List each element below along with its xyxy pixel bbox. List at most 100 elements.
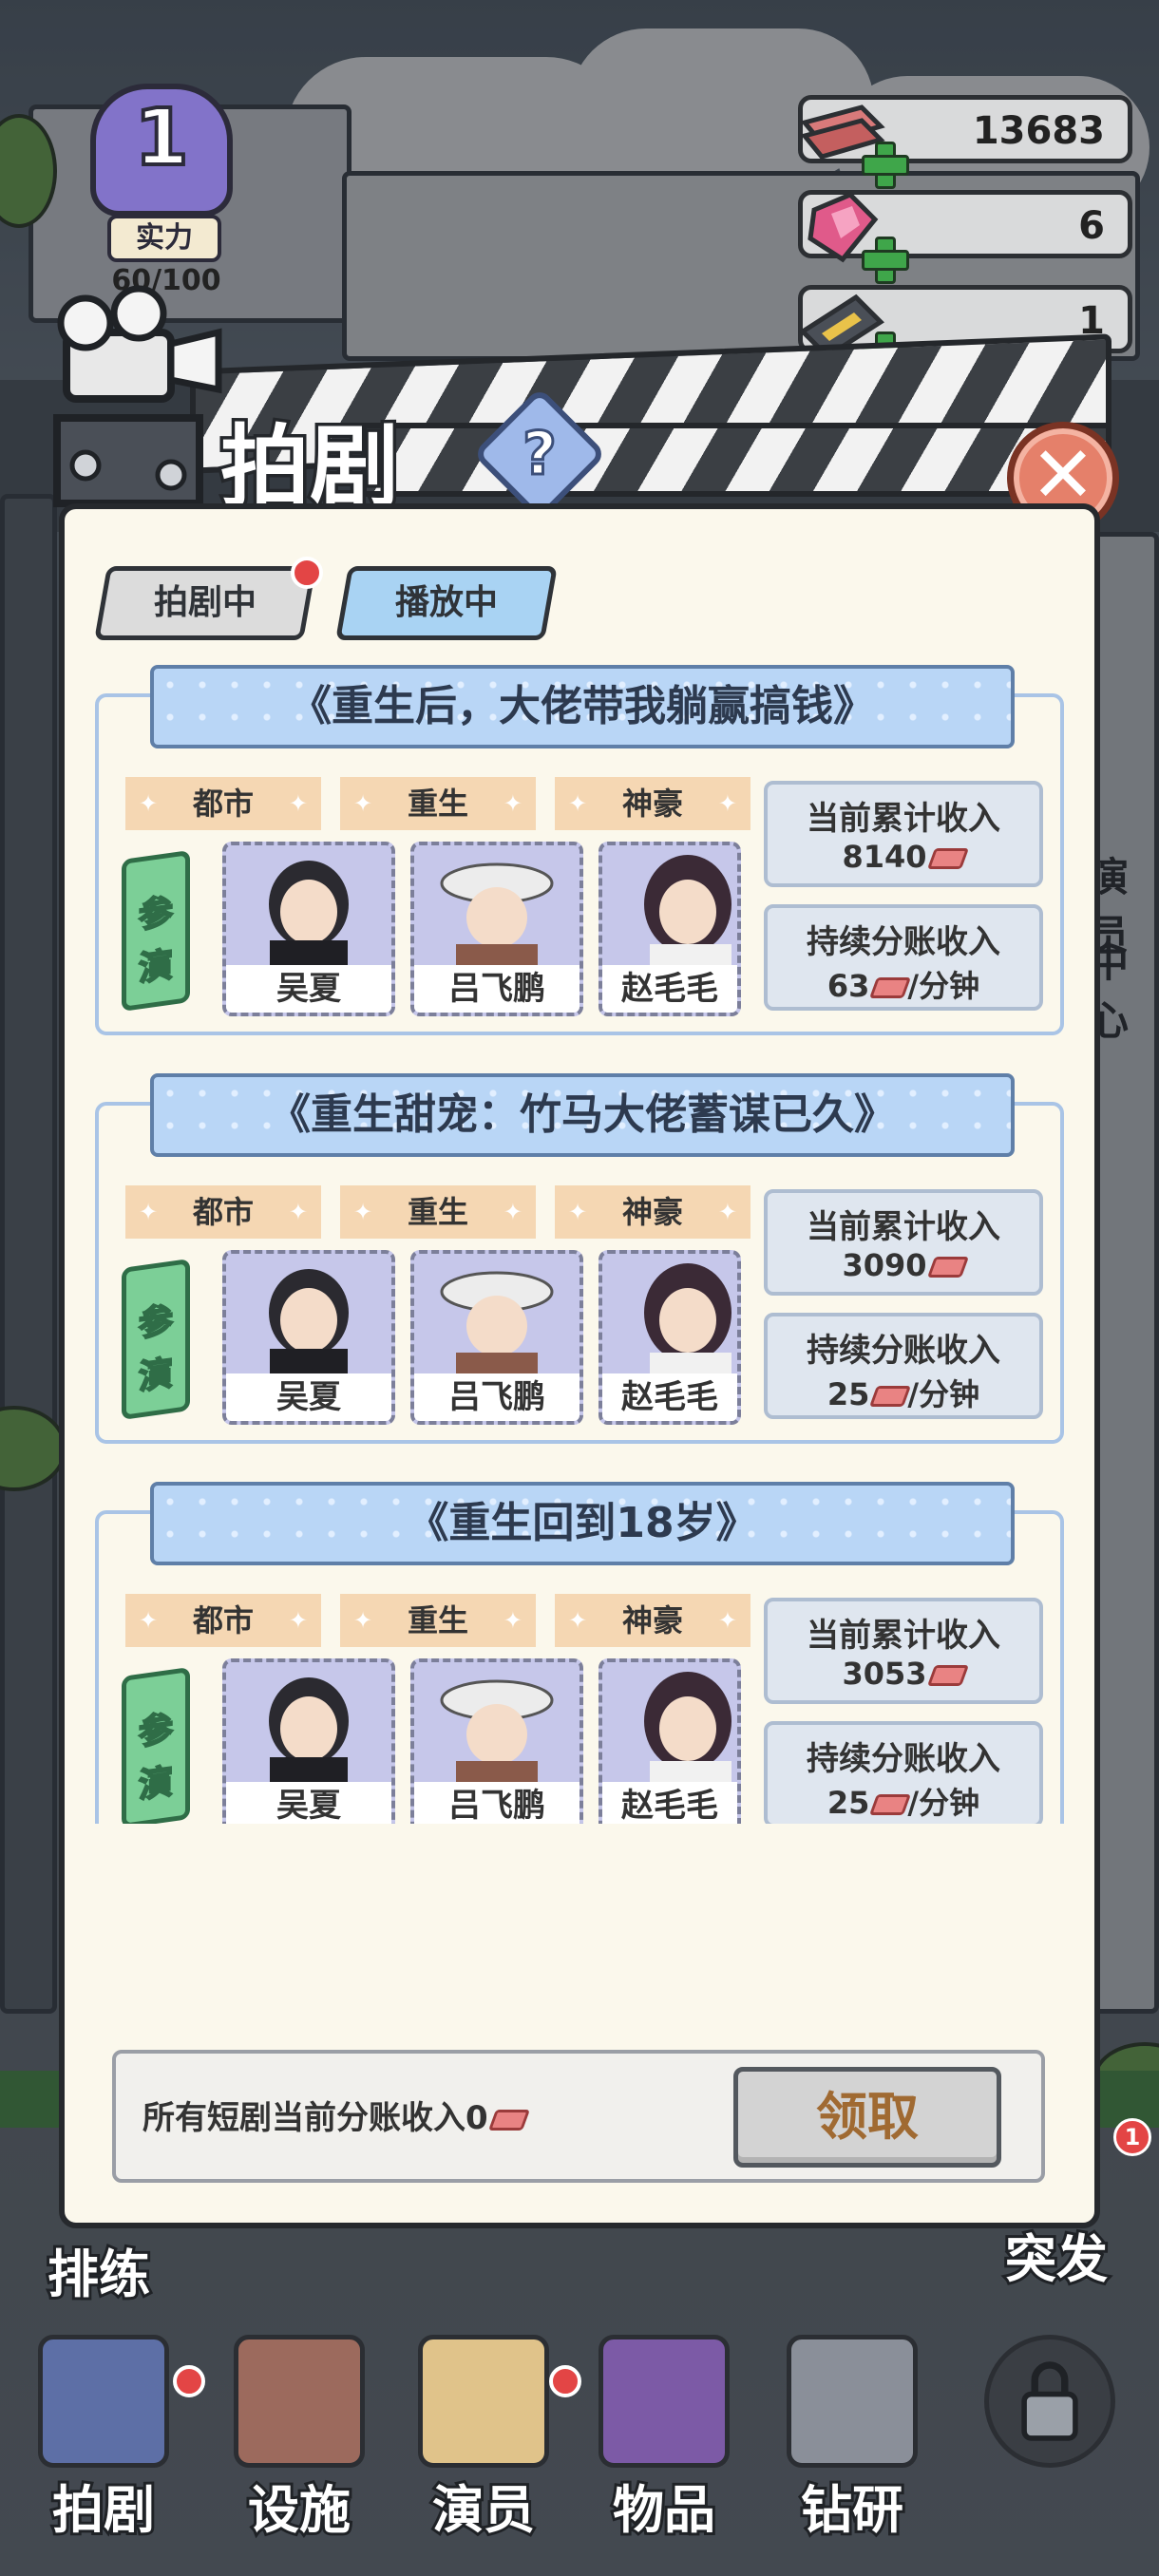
total-share-bar: 所有短剧当前分账收入0 领取 (112, 2050, 1045, 2183)
actor-portrait-icon (644, 1672, 732, 1799)
cash-value: 13683 (972, 109, 1105, 153)
share-income: 持续分账收入 25/分钟 (764, 1313, 1043, 1419)
genre-tag: 都市 (125, 1185, 321, 1239)
tab-filming-badge (291, 557, 323, 589)
film-camera-icon (53, 285, 222, 507)
income-value: 3053 (842, 1656, 927, 1692)
actor-name: 赵毛毛 (602, 1373, 737, 1421)
lock-icon (984, 2335, 1115, 2468)
tab-filming[interactable]: 拍剧中 (94, 566, 316, 640)
level-number: 1 (132, 91, 190, 185)
clapperboard-base (361, 423, 1112, 497)
genre-tag: 重生 (340, 777, 536, 830)
accumulated-income: 当前累计收入 3090 (764, 1189, 1043, 1296)
resource-cash[interactable]: 13683 (798, 95, 1132, 189)
accumulated-income: 当前累计收入 3053 (764, 1598, 1043, 1704)
items-icon (598, 2335, 730, 2468)
genre-tag: 神豪 (555, 1185, 750, 1239)
research-icon (787, 2335, 918, 2468)
actor-name: 吕飞鹏 (414, 1782, 580, 1824)
cash-icon (869, 1794, 912, 1815)
nav-actors[interactable]: 演员 (403, 2325, 564, 2543)
actor-card[interactable]: 赵毛毛 (598, 1658, 741, 1824)
gem-value: 6 (1078, 204, 1105, 248)
cash-icon (926, 848, 969, 869)
accumulated-income: 当前累计收入 8140 (764, 781, 1043, 887)
add-cash-icon[interactable] (862, 142, 909, 189)
actor-icon (418, 2335, 549, 2468)
income-value: 8140 (842, 839, 927, 875)
drama-card: 《重生回到18岁》 都市 重生 神豪 参 演 吴夏 吕飞鹏 赵毛毛 当前累计收入… (91, 1472, 1068, 1824)
cash-icon (869, 977, 912, 998)
genre-tag: 重生 (340, 1185, 536, 1239)
resource-gem[interactable]: 6 (798, 190, 1132, 284)
strength-level-badge[interactable]: 1 实力 60/100 (52, 74, 290, 321)
nav-filming-badge (173, 2365, 205, 2397)
actor-portrait-icon (440, 862, 554, 982)
actor-name: 吴夏 (226, 1373, 391, 1421)
question-icon[interactable]: ? (492, 407, 587, 502)
actor-portrait-icon (269, 861, 349, 978)
tab-playing[interactable]: 播放中 (335, 566, 558, 640)
share-income: 持续分账收入 63/分钟 (764, 904, 1043, 1011)
add-gem-icon[interactable] (862, 237, 909, 284)
nav-facility[interactable]: 设施 (218, 2325, 380, 2543)
nav-facility-label: 设施 (245, 2477, 353, 2543)
actor-name: 吴夏 (226, 1782, 391, 1824)
cast-ribbon: 参 演 (122, 1258, 190, 1421)
cash-icon (869, 1386, 912, 1407)
actor-card[interactable]: 吕飞鹏 (410, 842, 583, 1016)
nav-actors-badge (549, 2365, 581, 2397)
actor-portrait-icon (269, 1677, 349, 1795)
actor-card[interactable]: 吴夏 (222, 1658, 395, 1824)
nav-research[interactable]: 钻研 (771, 2325, 933, 2543)
level-label: 实力 (107, 215, 221, 262)
actor-card[interactable]: 吕飞鹏 (410, 1658, 583, 1824)
cash-icon (926, 1257, 969, 1278)
nav-actors-label: 演员 (429, 2477, 538, 2543)
share-value: 25 (826, 1785, 870, 1821)
nav-items[interactable]: 物品 (583, 2325, 745, 2543)
incident-badge: 1 (1113, 2118, 1151, 2156)
actor-card[interactable]: 赵毛毛 (598, 1250, 741, 1425)
actor-portrait-icon (644, 1263, 732, 1391)
drama-title: 《重生甜宠：竹马大佬蓄谋已久》 (150, 1073, 1015, 1157)
income-value: 3090 (842, 1247, 927, 1283)
nav-filming[interactable]: 拍剧 (23, 2325, 184, 2543)
claim-button[interactable]: 领取 (733, 2067, 1001, 2168)
drama-list[interactable]: 《重生后，大佬带我躺赢搞钱》 都市 重生 神豪 参 演 吴夏 吕飞鹏 赵毛毛 当… (91, 655, 1068, 1824)
genre-tag: 神豪 (555, 777, 750, 830)
cash-icon (487, 2109, 530, 2131)
actor-card[interactable]: 吕飞鹏 (410, 1250, 583, 1425)
share-income: 持续分账收入 25/分钟 (764, 1721, 1043, 1824)
actor-portrait-icon (644, 855, 732, 982)
drama-title: 《重生后，大佬带我躺赢搞钱》 (150, 665, 1015, 748)
genre-tag: 都市 (125, 777, 321, 830)
actor-card[interactable]: 赵毛毛 (598, 842, 741, 1016)
actor-portrait-icon (440, 1271, 554, 1391)
nav-locked[interactable] (969, 2325, 1130, 2534)
drama-card: 《重生后，大佬带我躺赢搞钱》 都市 重生 神豪 参 演 吴夏 吕飞鹏 赵毛毛 当… (91, 655, 1068, 1045)
tab-playing-label: 播放中 (394, 583, 498, 622)
incident-button[interactable]: 突发 (1002, 2217, 1111, 2292)
total-share-text: 所有短剧当前分账收入0 (142, 2099, 488, 2137)
actor-portrait-icon (269, 1269, 349, 1387)
genre-tag: 重生 (340, 1594, 536, 1647)
actor-name: 赵毛毛 (602, 965, 737, 1013)
rehearsal-button[interactable]: 排练 (45, 2232, 153, 2307)
actor-name: 吕飞鹏 (414, 1373, 580, 1421)
share-value: 63 (826, 968, 870, 1004)
actor-name: 吴夏 (226, 965, 391, 1013)
facility-icon (234, 2335, 365, 2468)
cast-ribbon: 参 演 (122, 1666, 190, 1824)
actor-name: 吕飞鹏 (414, 965, 580, 1013)
actor-card[interactable]: 吴夏 (222, 1250, 395, 1425)
actor-card[interactable]: 吴夏 (222, 842, 395, 1016)
actor-name: 赵毛毛 (602, 1782, 737, 1824)
actor-portrait-icon (440, 1679, 554, 1799)
share-value: 25 (826, 1376, 870, 1412)
drama-card: 《重生甜宠：竹马大佬蓄谋已久》 都市 重生 神豪 参 演 吴夏 吕飞鹏 赵毛毛 … (91, 1064, 1068, 1453)
cast-ribbon: 参 演 (122, 849, 190, 1013)
nav-research-label: 钻研 (798, 2477, 906, 2543)
nav-filming-label: 拍剧 (49, 2477, 158, 2543)
